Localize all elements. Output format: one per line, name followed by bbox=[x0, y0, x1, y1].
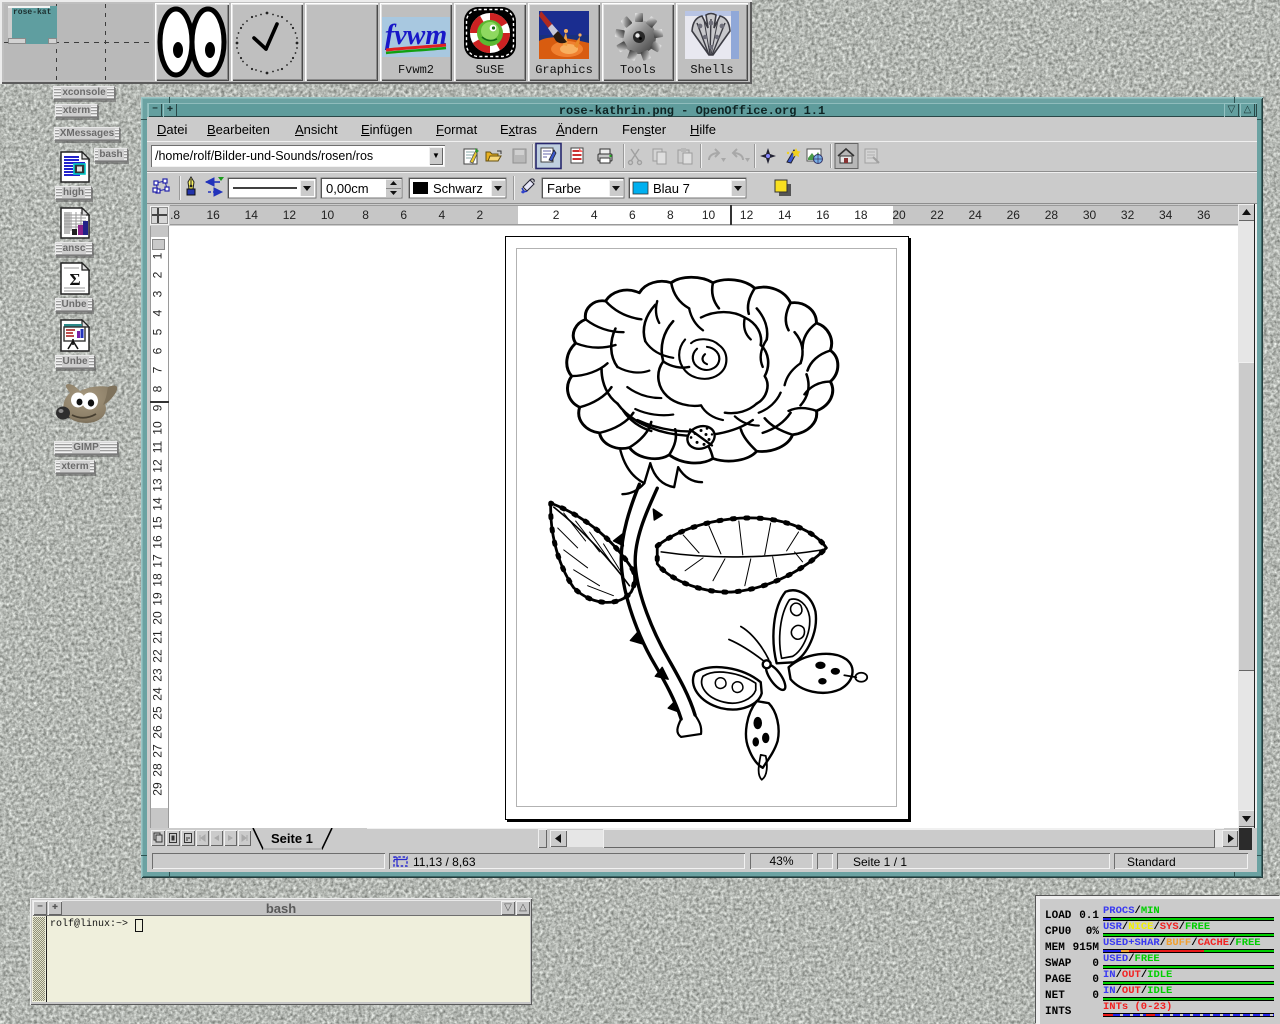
svg-text:Σ: Σ bbox=[69, 270, 80, 289]
svg-text:Seite 1: Seite 1 bbox=[271, 831, 313, 846]
svg-text:Schwarz: Schwarz bbox=[433, 181, 483, 196]
svg-text:Blau 7: Blau 7 bbox=[653, 181, 690, 196]
svg-text:Farbe: Farbe bbox=[547, 181, 581, 196]
svg-text:0,00cm: 0,00cm bbox=[326, 181, 369, 196]
